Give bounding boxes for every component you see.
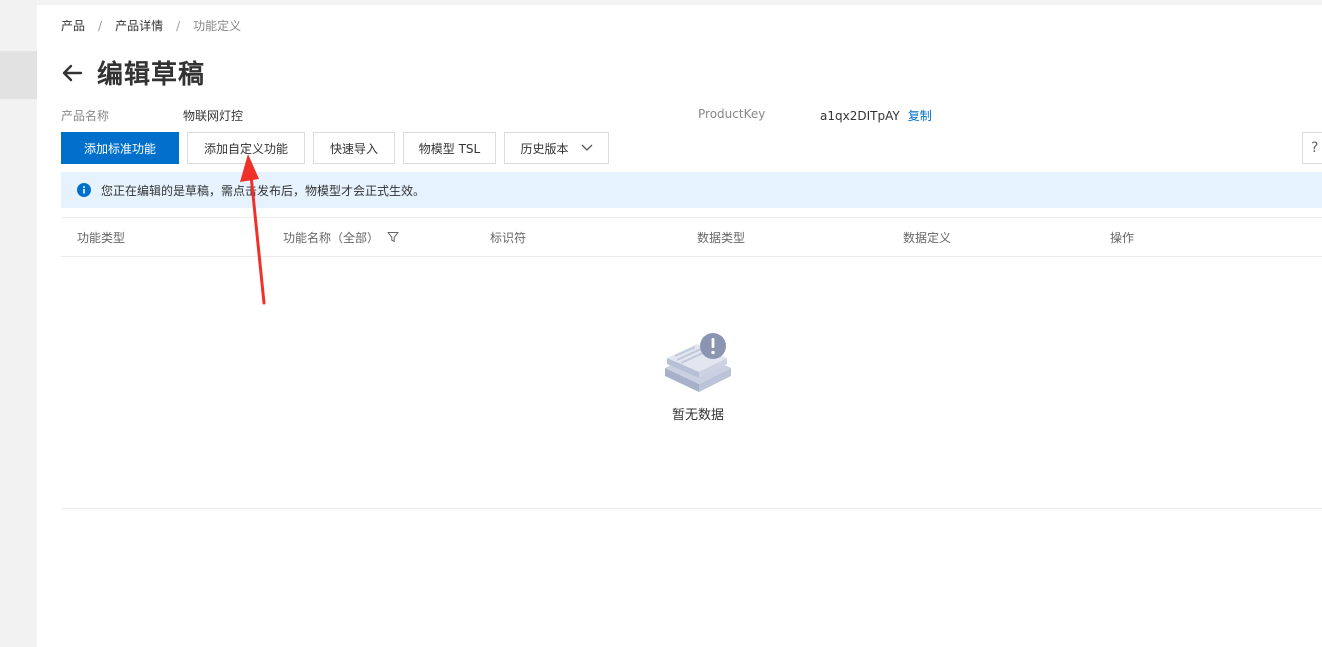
page-title: 编辑草稿	[97, 60, 206, 90]
breadcrumb-item-current: 功能定义	[193, 19, 242, 33]
filter-icon[interactable]	[387, 231, 399, 243]
help-button[interactable]: ?	[1302, 132, 1322, 164]
column-header-actions: 操作	[1110, 230, 1135, 245]
draft-notice: 您正在编辑的是草稿，需点击发布后，物模型才会正式生效。	[61, 172, 1322, 208]
table-header: 功能类型 功能名称（全部） 标识符 数据类型 数据定义 操作	[61, 217, 1322, 257]
toolbar: 添加标准功能 添加自定义功能 快速导入 物模型 TSL 历史版本	[61, 132, 617, 164]
breadcrumb: 产品 / 产品详情 / 功能定义	[61, 17, 241, 34]
product-name-value: 物联网灯控	[183, 109, 244, 123]
breadcrumb-separator: /	[176, 18, 181, 33]
copy-link[interactable]: 复制	[908, 109, 932, 123]
tsl-button[interactable]: 物模型 TSL	[403, 132, 496, 164]
left-rail	[0, 0, 37, 647]
table-bottom-divider	[61, 508, 1322, 509]
left-rail-active-item[interactable]	[0, 51, 37, 99]
history-version-dropdown[interactable]: 历史版本	[504, 132, 609, 164]
column-header-identifier: 标识符	[490, 230, 527, 245]
back-arrow-icon[interactable]	[61, 62, 83, 84]
empty-state: 暂无数据	[640, 330, 756, 423]
annotation-arrow-icon	[240, 154, 266, 305]
column-header-function-name[interactable]: 功能名称（全部）	[283, 218, 399, 256]
chevron-down-icon	[581, 144, 592, 151]
empty-data-icon	[665, 333, 731, 392]
column-header-data-type: 数据类型	[697, 230, 746, 245]
notice-text: 您正在编辑的是草稿，需点击发布后，物模型才会正式生效。	[101, 183, 426, 198]
breadcrumb-item-product[interactable]: 产品	[61, 17, 85, 34]
column-header-data-definition: 数据定义	[903, 230, 952, 245]
column-header-function-type: 功能类型	[77, 230, 126, 245]
info-icon	[77, 183, 91, 197]
title-row: 编辑草稿	[61, 54, 205, 91]
product-name-label: 产品名称	[61, 109, 110, 123]
add-standard-function-button[interactable]: 添加标准功能	[61, 132, 179, 164]
empty-state-text: 暂无数据	[671, 408, 724, 423]
quick-import-button[interactable]: 快速导入	[313, 132, 395, 164]
product-key-label: ProductKey	[698, 107, 766, 121]
product-key-value: a1qx2DITpAY 复制	[820, 109, 932, 123]
add-custom-function-button[interactable]: 添加自定义功能	[187, 132, 305, 164]
breadcrumb-item-product-detail[interactable]: 产品详情	[115, 17, 163, 34]
history-version-label: 历史版本	[520, 141, 569, 156]
breadcrumb-separator: /	[98, 18, 103, 33]
top-divider	[37, 0, 1322, 5]
